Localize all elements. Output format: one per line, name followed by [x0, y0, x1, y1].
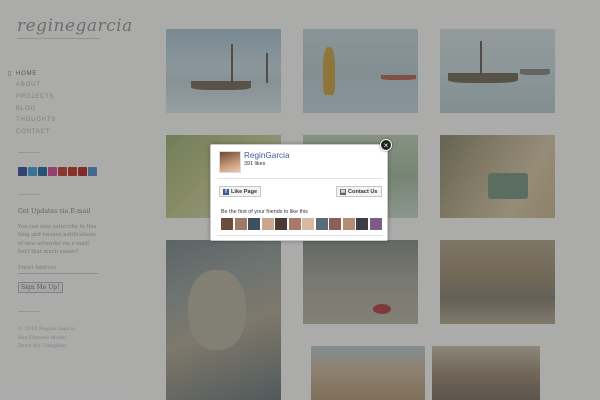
avatar[interactable] — [275, 218, 287, 230]
avatar[interactable] — [369, 218, 382, 230]
avatar[interactable] — [329, 218, 341, 230]
avatar[interactable] — [288, 218, 301, 230]
avatar[interactable] — [302, 218, 314, 230]
like-page-label: Like Page — [231, 188, 258, 195]
avatar[interactable] — [342, 218, 355, 230]
divider — [217, 235, 383, 236]
avatar[interactable] — [234, 218, 247, 230]
envelope-icon: ✉ — [340, 188, 346, 195]
contact-us-label: Contact Us — [348, 188, 378, 195]
facebook-likebox-popup: ReginGarcia 391 likes f Like Page ✉ Cont… — [210, 144, 388, 241]
avatar[interactable] — [261, 218, 274, 230]
like-page-button[interactable]: f Like Page — [219, 186, 262, 197]
avatar[interactable] — [356, 218, 368, 230]
friends-like-text: Be the first of your friends to like thi… — [221, 209, 308, 215]
contact-us-button[interactable]: ✉ Contact Us — [336, 186, 382, 197]
friend-faces — [221, 218, 382, 230]
page-name-link[interactable]: ReginGarcia — [244, 151, 290, 160]
avatar[interactable] — [315, 218, 328, 230]
divider — [217, 178, 383, 179]
facebook-icon: f — [223, 188, 229, 195]
page-avatar[interactable] — [219, 151, 241, 173]
likes-count: 391 likes — [244, 161, 266, 167]
close-icon[interactable]: × — [380, 139, 392, 151]
avatar[interactable] — [221, 218, 233, 230]
avatar[interactable] — [248, 218, 260, 230]
